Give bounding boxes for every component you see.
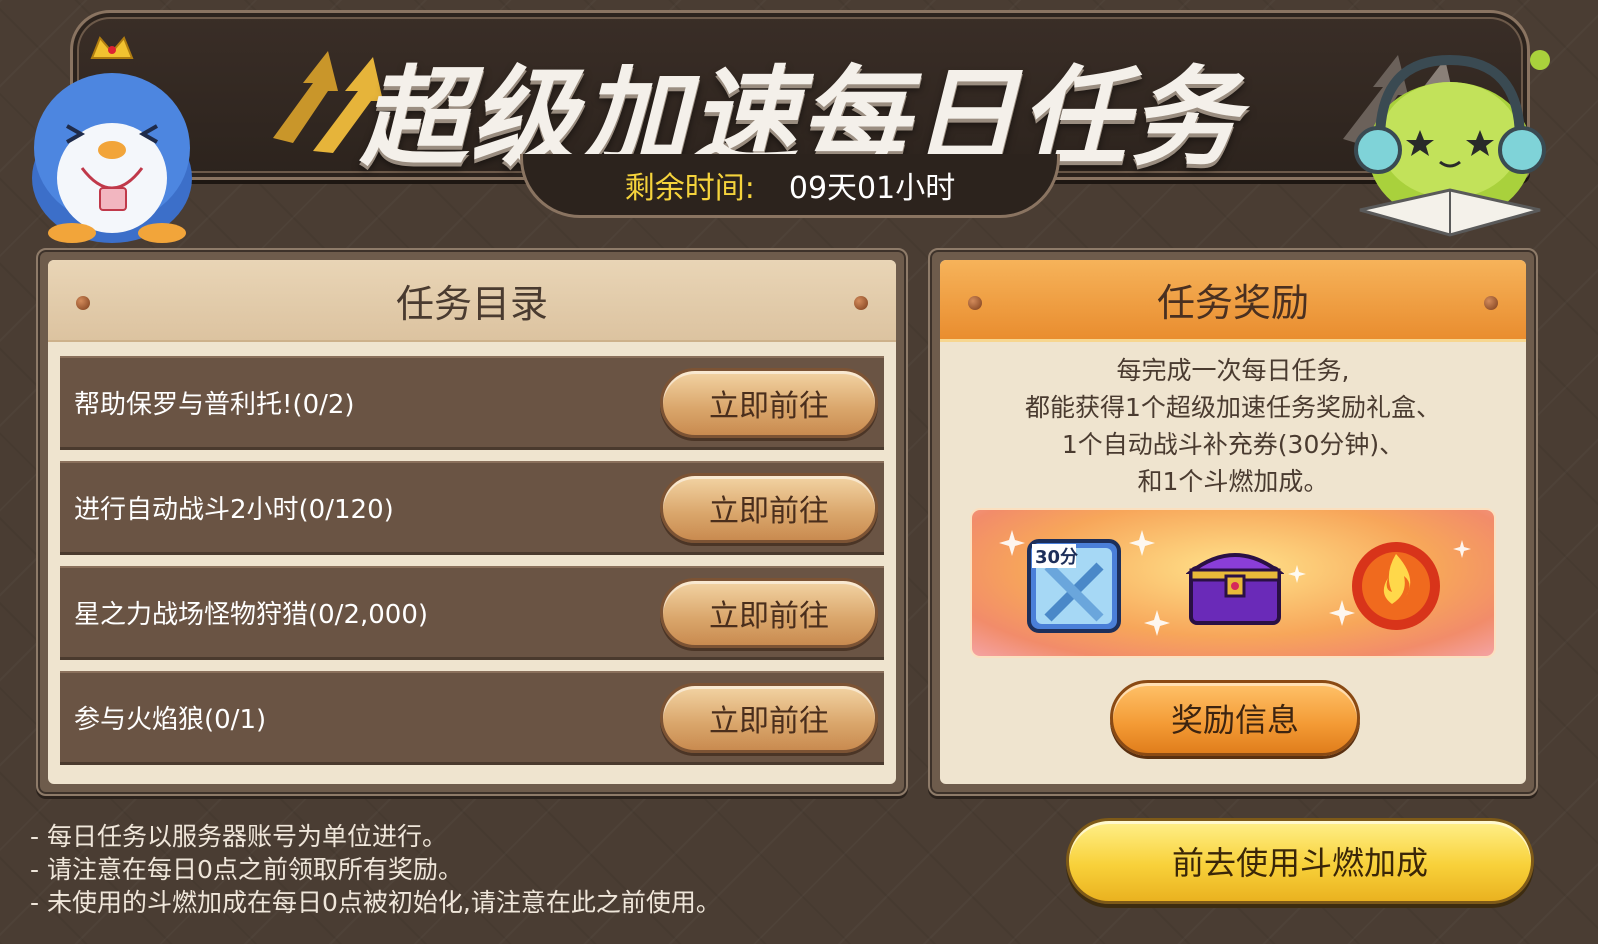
task-text: 帮助保罗与普利托!(0/2): [74, 390, 355, 420]
stud-icon: [968, 296, 982, 310]
note-line: - 请注意在每日0点之前领取所有奖励。: [30, 855, 463, 884]
remaining-time: 剩余时间: 09天01小时: [520, 154, 1060, 218]
note-line: - 未使用的斗燃加成在每日0点被初始化,请注意在此之前使用。: [30, 888, 721, 917]
task-list-title: 任务目录: [395, 281, 548, 326]
go-now-button[interactable]: 立即前往: [660, 472, 878, 543]
stud-icon: [854, 296, 868, 310]
task-row: 帮助保罗与普利托!(0/2) 立即前往: [60, 356, 884, 450]
task-text: 星之力战场怪物狩猎(0/2,000): [74, 600, 429, 630]
reward-title: 任务奖励: [1156, 281, 1309, 325]
reward-info-button[interactable]: 奖励信息: [1110, 680, 1360, 756]
stud-icon: [1484, 296, 1498, 310]
go-now-button[interactable]: 立即前往: [660, 367, 878, 438]
reward-description-line: 每完成一次每日任务,: [1116, 356, 1350, 385]
task-text: 进行自动战斗2小时(0/120): [74, 495, 394, 525]
notes: - 每日任务以服务器账号为单位进行。 - 请注意在每日0点之前领取所有奖励。 -…: [30, 820, 721, 919]
reward-description-line: 都能获得1个超级加速任务奖励礼盒、: [1025, 393, 1441, 422]
task-row: 进行自动战斗2小时(0/120) 立即前往: [60, 461, 884, 555]
timer-value: 09天01小时: [788, 170, 956, 206]
use-burning-buff-button[interactable]: 前去使用斗燃加成: [1066, 818, 1534, 904]
reward-header: 任务奖励: [940, 260, 1526, 342]
reward-description-line: 和1个斗燃加成。: [1137, 467, 1329, 496]
penguin-mascot-icon: [32, 36, 192, 243]
timer-label: 剩余时间:: [624, 170, 755, 206]
green-slime-mascot-icon: [1354, 50, 1550, 237]
go-now-button[interactable]: 立即前往: [660, 577, 878, 648]
note-line: - 每日任务以服务器账号为单位进行。: [30, 822, 447, 851]
task-list-header: 任务目录: [48, 260, 896, 342]
task-list: 帮助保罗与普利托!(0/2) 立即前往 进行自动战斗2小时(0/120) 立即前…: [48, 342, 896, 765]
sparkles-icon: [999, 530, 1471, 636]
reward-items-strip: 30分: [970, 508, 1496, 658]
reward-description-line: 1个自动战斗补充券(30分钟)、: [1061, 430, 1405, 459]
task-list-panel: 任务目录 帮助保罗与普利托!(0/2) 立即前往 进行自动战斗2小时(0/120…: [36, 248, 908, 796]
reward-panel: 任务奖励 每完成一次每日任务, 都能获得1个超级加速任务奖励礼盒、 1个自动战斗…: [928, 248, 1538, 796]
task-text: 参与火焰狼(0/1): [74, 705, 267, 735]
task-row: 参与火焰狼(0/1) 立即前往: [60, 671, 884, 765]
reward-description: 每完成一次每日任务, 都能获得1个超级加速任务奖励礼盒、 1个自动战斗补充券(3…: [940, 352, 1526, 500]
task-row: 星之力战场怪物狩猎(0/2,000) 立即前往: [60, 566, 884, 660]
stud-icon: [76, 296, 90, 310]
go-now-button[interactable]: 立即前往: [660, 682, 878, 753]
